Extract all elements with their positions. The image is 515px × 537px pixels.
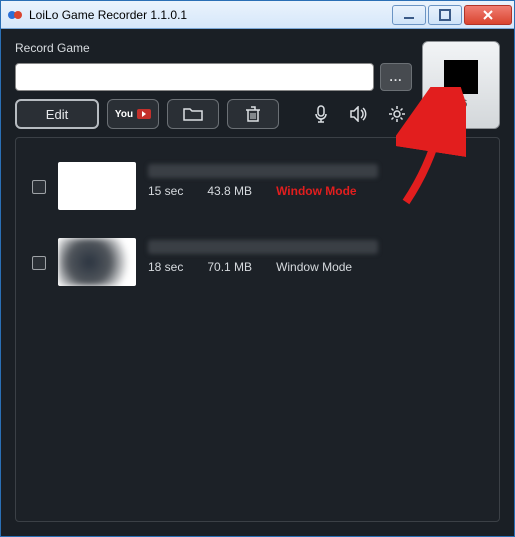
path-row: ... <box>15 63 412 91</box>
mode: Window Mode <box>276 260 352 274</box>
record-game-label: Record Game <box>15 41 412 55</box>
mic-icon <box>314 105 328 123</box>
edit-button[interactable]: Edit <box>15 99 99 129</box>
app-window: LoiLo Game Recorder 1.1.0.1 Record Game … <box>0 0 515 537</box>
thumbnail <box>58 238 136 286</box>
top-row: Record Game ... Edit You <box>15 41 500 129</box>
speaker-button[interactable] <box>344 99 374 129</box>
folder-icon <box>183 106 203 122</box>
youtube-icon: You <box>107 109 159 120</box>
youtube-button[interactable]: You <box>107 99 159 129</box>
stop-icon <box>444 60 478 94</box>
list-item[interactable]: 15 sec 43.8 MB Window Mode <box>28 148 487 224</box>
folder-button[interactable] <box>167 99 219 129</box>
thumbnail <box>58 162 136 210</box>
app-icon <box>7 7 23 23</box>
app-body: Record Game ... Edit You <box>1 29 514 536</box>
speaker-icon <box>350 106 368 122</box>
window-buttons <box>392 5 512 25</box>
filename-blurred <box>148 164 378 178</box>
row-meta: 15 sec 43.8 MB Window Mode <box>148 162 483 198</box>
gear-icon <box>388 105 406 123</box>
browse-button[interactable]: ... <box>380 63 412 91</box>
minimize-button[interactable] <box>392 5 426 25</box>
row-checkbox[interactable] <box>32 180 46 194</box>
recordings-list: 15 sec 43.8 MB Window Mode 18 sec 70.1 M… <box>15 137 500 522</box>
settings-button[interactable] <box>382 99 412 129</box>
titlebar: LoiLo Game Recorder 1.1.0.1 <box>1 1 514 29</box>
mic-button[interactable] <box>306 99 336 129</box>
filename-blurred <box>148 240 378 254</box>
left-column: Record Game ... Edit You <box>15 41 412 129</box>
filesize: 43.8 MB <box>207 184 252 198</box>
trash-icon <box>245 105 261 123</box>
row-meta: 18 sec 70.1 MB Window Mode <box>148 238 483 274</box>
record-hotkey-label: F6 <box>455 98 468 110</box>
record-button[interactable]: F6 <box>422 41 500 129</box>
toolbar: Edit You <box>15 99 412 129</box>
row-checkbox[interactable] <box>32 256 46 270</box>
window-title: LoiLo Game Recorder 1.1.0.1 <box>29 8 392 22</box>
maximize-button[interactable] <box>428 5 462 25</box>
game-path-input[interactable] <box>15 63 374 91</box>
list-item[interactable]: 18 sec 70.1 MB Window Mode <box>28 224 487 300</box>
close-button[interactable] <box>464 5 512 25</box>
delete-button[interactable] <box>227 99 279 129</box>
mode: Window Mode <box>276 184 357 198</box>
duration: 15 sec <box>148 184 183 198</box>
duration: 18 sec <box>148 260 183 274</box>
filesize: 70.1 MB <box>207 260 252 274</box>
